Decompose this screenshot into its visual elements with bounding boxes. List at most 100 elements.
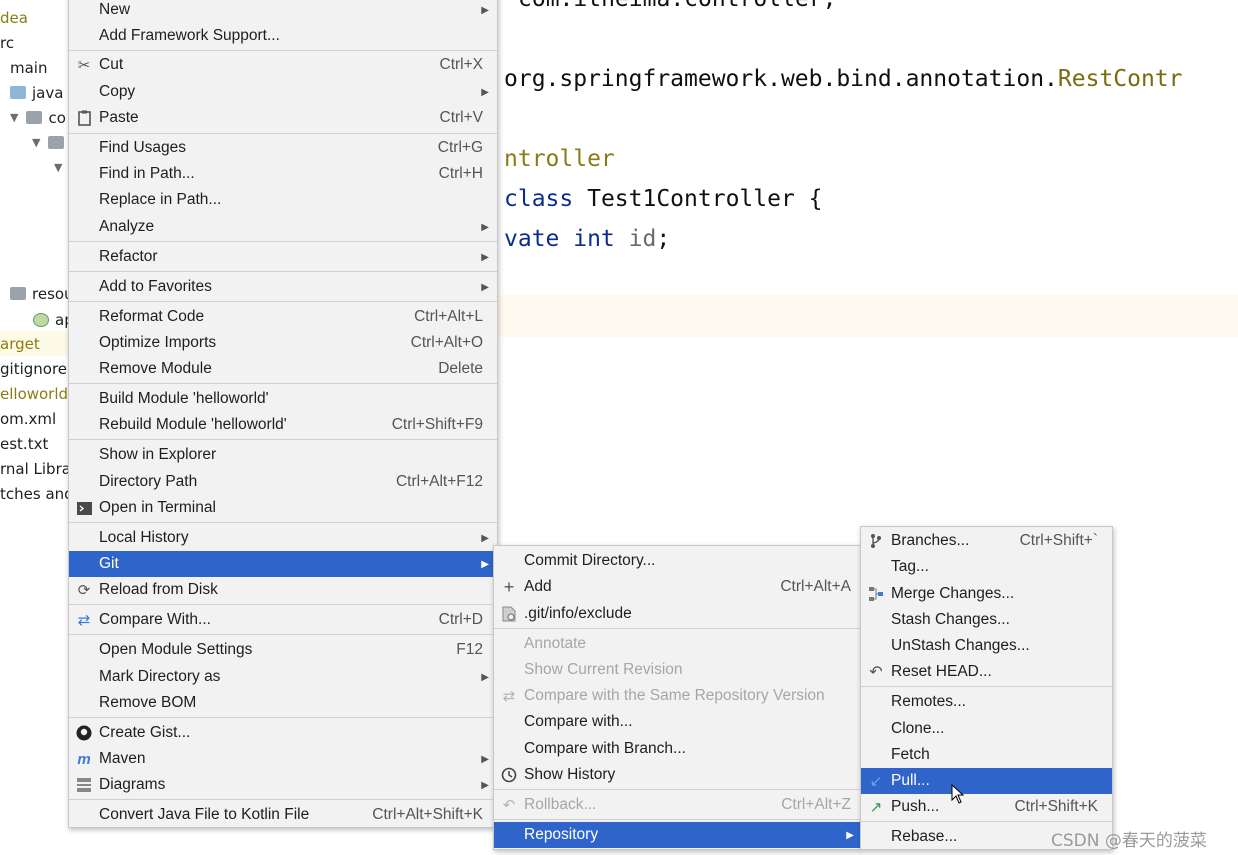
menu-item-tag[interactable]: Tag... — [861, 554, 1112, 580]
menu-item-label: Show Current Revision — [524, 661, 683, 678]
menu-item-local-history[interactable]: Local History ▶ — [69, 525, 497, 551]
menu-item-compare-with-branch[interactable]: Compare with Branch... — [494, 736, 860, 762]
submenu-arrow-icon: ▶ — [846, 829, 854, 841]
menu-item-add-framework-support[interactable]: Add Framework Support... — [69, 23, 497, 49]
menu-item-compare-with[interactable]: Compare with... — [494, 709, 860, 735]
menu-item-pull[interactable]: ↙ Pull... — [861, 768, 1112, 794]
menu-item-show-in-explorer[interactable]: Show in Explorer — [69, 442, 497, 468]
menu-item-stash-changes[interactable]: Stash Changes... — [861, 607, 1112, 633]
menu-item-branches[interactable]: Branches... Ctrl+Shift+` — [861, 528, 1112, 554]
menu-item-find-in-path[interactable]: Find in Path... Ctrl+H — [69, 161, 497, 187]
menu-item-reformat-code[interactable]: Reformat Code Ctrl+Alt+L — [69, 304, 497, 330]
menu-item-shortcut: Delete — [438, 360, 483, 377]
menu-item-reload-from-disk[interactable]: ⟳ Reload from Disk — [69, 577, 497, 603]
file-ignore-icon — [500, 605, 518, 623]
menu-item-label: .git/info/exclude — [524, 605, 632, 622]
menu-item-cut[interactable]: ✂ Cut Ctrl+X — [69, 52, 497, 78]
clipboard-icon — [75, 109, 93, 127]
tree-item-subpackage[interactable]: ▼ — [54, 155, 68, 180]
menu-item-shortcut: Ctrl+Shift+K — [1014, 798, 1098, 815]
menu-item-rollback[interactable]: ↶ Rollback... Ctrl+Alt+Z — [494, 792, 860, 818]
menu-item-label: Remove BOM — [99, 694, 197, 711]
menu-item-show-current-revision[interactable]: Show Current Revision — [494, 657, 860, 683]
menu-item-label: Optimize Imports — [99, 334, 217, 351]
tree-item-resources[interactable]: resou — [10, 281, 68, 306]
project-context-menu: New ▶ Add Framework Support... ✂ Cut Ctrl+X… — [68, 0, 498, 828]
menu-item-remove-bom[interactable]: Remove BOM — [69, 690, 497, 716]
tree-item-pom[interactable]: om.xml — [0, 406, 56, 431]
tree-item-test-txt[interactable]: est.txt — [0, 431, 48, 456]
code-text: Test1Controller { — [573, 186, 823, 212]
menu-item-replace-in-path[interactable]: Replace in Path... — [69, 187, 497, 213]
code-line-field: vate int id; — [504, 226, 670, 252]
menu-item-directory-path[interactable]: Directory Path Ctrl+Alt+F12 — [69, 469, 497, 495]
menu-item-refactor[interactable]: Refactor ▶ — [69, 244, 497, 270]
tree-item-main[interactable]: main — [10, 55, 47, 80]
maven-icon: m — [77, 750, 91, 768]
tree-item-idea[interactable]: dea — [0, 5, 28, 30]
chevron-down-icon[interactable]: ▼ — [10, 111, 18, 124]
menu-item-fetch[interactable]: Fetch — [861, 742, 1112, 768]
github-icon — [75, 724, 93, 742]
menu-separator — [494, 819, 860, 820]
menu-item-show-history[interactable]: Show History — [494, 762, 860, 788]
menu-item-mark-directory-as[interactable]: Mark Directory as ▶ — [69, 664, 497, 690]
menu-item-repository[interactable]: Repository ▶ — [494, 822, 860, 848]
menu-item-add[interactable]: + Add Ctrl+Alt+A — [494, 574, 860, 600]
menu-item-copy[interactable]: Copy ▶ — [69, 79, 497, 105]
menu-item-push[interactable]: ↗ Push... Ctrl+Shift+K — [861, 794, 1112, 820]
menu-item-diagrams[interactable]: Diagrams ▶ — [69, 772, 497, 798]
menu-separator — [69, 717, 497, 718]
menu-item-label: Compare with Branch... — [524, 740, 686, 757]
menu-item-convert-java-to-kotlin[interactable]: Convert Java File to Kotlin File Ctrl+Alt… — [69, 802, 497, 828]
menu-separator — [69, 799, 497, 800]
menu-item-git-info-exclude[interactable]: .git/info/exclude — [494, 601, 860, 627]
menu-item-commit-directory[interactable]: Commit Directory... — [494, 548, 860, 574]
mouse-pointer-icon — [951, 784, 965, 804]
menu-item-label: Analyze — [99, 218, 155, 235]
caret-line-highlight — [498, 295, 1238, 337]
menu-item-create-gist[interactable]: Create Gist... — [69, 720, 497, 746]
tree-item-src[interactable]: rc — [0, 30, 14, 55]
tree-item-scratches[interactable]: tches and — [0, 481, 68, 506]
menu-item-rebuild-module[interactable]: Rebuild Module 'helloworld' Ctrl+Shift+F9 — [69, 412, 497, 438]
menu-item-open-in-terminal[interactable]: Open in Terminal — [69, 495, 497, 521]
menu-item-clone[interactable]: Clone... — [861, 716, 1112, 742]
code-class-ref: RestContr — [1057, 66, 1183, 92]
menu-separator — [69, 133, 497, 134]
undo-icon: ↶ — [502, 797, 516, 814]
tree-item-com[interactable]: ▼ co — [10, 105, 66, 130]
menu-item-merge-changes[interactable]: Merge Changes... — [861, 581, 1112, 607]
menu-item-remotes[interactable]: Remotes... — [861, 689, 1112, 715]
menu-item-find-usages[interactable]: Find Usages Ctrl+G — [69, 135, 497, 161]
menu-item-open-module-settings[interactable]: Open Module Settings F12 — [69, 637, 497, 663]
tree-item-target[interactable]: arget — [0, 331, 68, 356]
menu-item-unstash-changes[interactable]: UnStash Changes... — [861, 633, 1112, 659]
tree-item-gitignore[interactable]: gitignore — [0, 356, 67, 381]
chevron-down-icon[interactable]: ▼ — [54, 161, 62, 174]
tree-item-package[interactable]: ▼ — [32, 130, 68, 155]
git-submenu: Commit Directory... + Add Ctrl+Alt+A .git/… — [493, 545, 861, 850]
menu-item-optimize-imports[interactable]: Optimize Imports Ctrl+Alt+O — [69, 330, 497, 356]
menu-item-maven[interactable]: m Maven ▶ — [69, 746, 497, 772]
tree-item-java[interactable]: java — [10, 80, 63, 105]
menu-separator — [69, 439, 497, 440]
menu-item-build-module[interactable]: Build Module 'helloworld' — [69, 386, 497, 412]
menu-item-compare-same-repo-version[interactable]: ⇄ Compare with the Same Repository Versio… — [494, 683, 860, 709]
menu-item-paste[interactable]: Paste Ctrl+V — [69, 105, 497, 131]
menu-item-label: Rollback... — [524, 796, 597, 813]
tree-item-external-libraries[interactable]: rnal Librar — [0, 456, 68, 481]
menu-item-label: Replace in Path... — [99, 191, 222, 208]
tree-item-iml[interactable]: elloworld. — [0, 381, 68, 406]
tree-item-application[interactable]: ap — [33, 307, 68, 332]
menu-item-git[interactable]: Git ▶ — [69, 551, 497, 577]
menu-item-analyze[interactable]: Analyze ▶ — [69, 214, 497, 240]
menu-item-annotate[interactable]: Annotate — [494, 631, 860, 657]
menu-item-add-to-favorites[interactable]: Add to Favorites ▶ — [69, 274, 497, 300]
chevron-down-icon[interactable]: ▼ — [32, 136, 40, 149]
menu-item-remove-module[interactable]: Remove Module Delete — [69, 356, 497, 382]
menu-item-compare-with[interactable]: ⇄ Compare With... Ctrl+D — [69, 607, 497, 633]
menu-item-reset-head[interactable]: ↶ Reset HEAD... — [861, 659, 1112, 685]
menu-item-label: Add to Favorites — [99, 278, 212, 295]
menu-item-new[interactable]: New ▶ — [69, 0, 497, 23]
